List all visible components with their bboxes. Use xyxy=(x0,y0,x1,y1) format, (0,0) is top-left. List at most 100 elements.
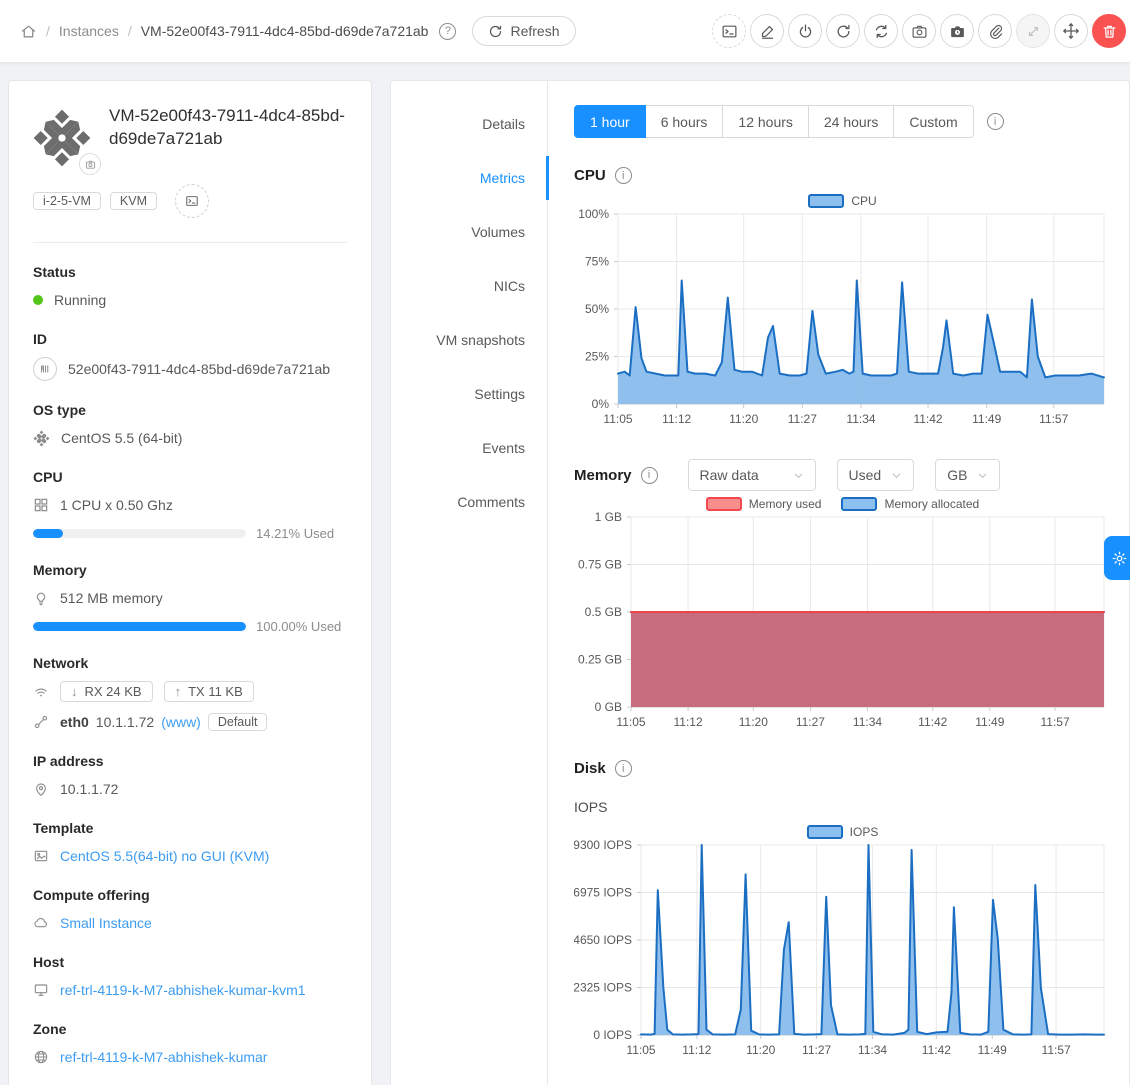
template-link[interactable]: CentOS 5.5(64-bit) no GUI (KVM) xyxy=(60,848,269,864)
svg-text:50%: 50% xyxy=(585,302,609,316)
legend-swatch xyxy=(808,194,844,208)
memory-metric-type-select[interactable]: Raw data xyxy=(688,459,816,491)
svg-text:89300 IOPS: 89300 IOPS xyxy=(574,839,632,852)
zone-section: Zone ref-trl-4119-k-M7-abhishek-kumar xyxy=(33,1021,347,1067)
tab-volumes[interactable]: Volumes xyxy=(391,205,547,259)
svg-text:1 GB: 1 GB xyxy=(595,511,622,524)
nic-ip: 10.1.1.72 xyxy=(96,714,154,730)
svg-text:11:05: 11:05 xyxy=(616,715,645,729)
network-section: Network ↓RX 24 KB ↑TX 11 KB eth0 10.1.1.… xyxy=(33,655,347,732)
id-label: ID xyxy=(33,331,347,347)
monitor-icon xyxy=(33,982,49,998)
memory-section: Memory 512 MB memory 100.00% Used xyxy=(33,562,347,634)
tab-events[interactable]: Events xyxy=(391,421,547,475)
divider xyxy=(33,242,347,243)
recurring-snapshot-button[interactable] xyxy=(940,14,974,48)
cpu-usage-bar xyxy=(33,529,246,538)
globe-icon xyxy=(33,1049,49,1065)
theme-settings-button[interactable] xyxy=(1104,536,1130,580)
svg-text:100%: 100% xyxy=(578,208,609,221)
svg-text:11:34: 11:34 xyxy=(846,412,875,426)
memory-unit-select[interactable]: GB xyxy=(935,459,1000,491)
destroy-button[interactable] xyxy=(1092,14,1126,48)
legend-item[interactable]: IOPS xyxy=(807,825,879,839)
time-range-6hours[interactable]: 6 hours xyxy=(645,105,724,138)
tab-comments[interactable]: Comments xyxy=(391,475,547,529)
svg-text:11:42: 11:42 xyxy=(918,715,947,729)
arrow-down-icon: ↓ xyxy=(71,684,78,699)
instance-title: VM-52e00f43-7911-4dc4-85bd-d69de7a721ab xyxy=(109,105,347,167)
svg-text:0.75 GB: 0.75 GB xyxy=(578,558,622,572)
memory-info-icon[interactable]: i xyxy=(641,467,658,484)
ip-label: IP address xyxy=(33,753,347,769)
legend-item[interactable]: CPU xyxy=(808,194,876,208)
migrate-button[interactable] xyxy=(1054,14,1088,48)
time-range-1hour[interactable]: 1 hour xyxy=(574,105,646,138)
time-range-24hours[interactable]: 24 hours xyxy=(808,105,894,138)
legend-item[interactable]: Memory allocated xyxy=(841,497,979,511)
metrics-content: 1 hour 6 hours 12 hours 24 hours Custom … xyxy=(548,81,1129,1085)
iops-chart-legend: IOPS xyxy=(574,825,1111,839)
memory-usage-select[interactable]: Used xyxy=(837,459,915,491)
template-label: Template xyxy=(33,820,347,836)
power-button[interactable] xyxy=(788,14,822,48)
tab-details[interactable]: Details xyxy=(391,97,547,151)
attach-iso-button[interactable] xyxy=(978,14,1012,48)
svg-text:0.5 GB: 0.5 GB xyxy=(585,605,622,619)
svg-text:11:57: 11:57 xyxy=(1039,412,1068,426)
legend-swatch xyxy=(706,497,742,511)
time-range-info-icon[interactable]: i xyxy=(987,113,1004,130)
tab-settings[interactable]: Settings xyxy=(391,367,547,421)
status-value: Running xyxy=(54,292,106,308)
svg-text:11:57: 11:57 xyxy=(1040,715,1069,729)
home-icon[interactable] xyxy=(20,23,37,40)
edit-button[interactable] xyxy=(750,14,784,48)
console-icon-button[interactable] xyxy=(175,184,209,218)
scale-button[interactable] xyxy=(1016,14,1050,48)
id-value: 52e00f43-7911-4dc4-85bd-d69de7a721ab xyxy=(68,361,330,377)
network-label: Network xyxy=(33,655,347,671)
tx-pill[interactable]: ↑ TX 11 KB xyxy=(164,681,254,702)
location-pin-icon xyxy=(33,781,49,797)
zone-link[interactable]: ref-trl-4119-k-M7-abhishek-kumar xyxy=(60,1049,267,1065)
svg-text:11:12: 11:12 xyxy=(674,715,703,729)
refresh-button[interactable]: Refresh xyxy=(472,16,575,46)
time-range-group: 1 hour 6 hours 12 hours 24 hours Custom … xyxy=(574,105,1111,138)
iops-subtitle: IOPS xyxy=(574,799,1111,815)
svg-text:11:05: 11:05 xyxy=(603,412,632,426)
snapshot-button[interactable] xyxy=(902,14,936,48)
tx-label: TX 11 KB xyxy=(188,684,243,699)
svg-text:11:12: 11:12 xyxy=(682,1043,711,1057)
arrow-up-icon: ↑ xyxy=(175,684,182,699)
memory-value: 512 MB memory xyxy=(60,590,163,606)
time-range-custom[interactable]: Custom xyxy=(893,105,973,138)
disk-info-icon[interactable]: i xyxy=(615,760,632,777)
legend-label: Memory used xyxy=(749,497,822,511)
tab-metrics[interactable]: Metrics xyxy=(391,151,547,205)
help-icon[interactable]: ? xyxy=(439,23,456,40)
rx-pill[interactable]: ↓RX 24 KB xyxy=(60,681,153,702)
console-button[interactable] xyxy=(712,14,746,48)
reinstall-button[interactable] xyxy=(864,14,898,48)
time-range-12hours[interactable]: 12 hours xyxy=(722,105,808,138)
legend-label: Memory allocated xyxy=(884,497,979,511)
wifi-icon xyxy=(33,684,49,700)
svg-text:25%: 25% xyxy=(585,350,609,364)
tab-nics[interactable]: NICs xyxy=(391,259,547,313)
legend-swatch xyxy=(841,497,877,511)
cpu-info-icon[interactable]: i xyxy=(615,167,632,184)
status-section: Status Running xyxy=(33,264,347,310)
tab-vm-snapshots[interactable]: VM snapshots xyxy=(391,313,547,367)
cloud-icon xyxy=(33,915,49,931)
breadcrumb-instances[interactable]: Instances xyxy=(59,23,119,39)
disk-iops-plot: 0 IOPS22325 IOPS44650 IOPS66975 IOPS8930… xyxy=(574,839,1111,1061)
legend-item[interactable]: Memory used xyxy=(706,497,822,511)
offering-label: Compute offering xyxy=(33,887,347,903)
reboot-button[interactable] xyxy=(826,14,860,48)
cpu-usage-label: 14.21% Used xyxy=(256,526,334,541)
host-link[interactable]: ref-trl-4119-k-M7-abhishek-kumar-kvm1 xyxy=(60,982,306,998)
offering-link[interactable]: Small Instance xyxy=(60,915,152,931)
breadcrumb: / Instances / VM-52e00f43-7911-4dc4-85bd… xyxy=(20,23,456,40)
network-name-link[interactable]: (www) xyxy=(161,714,201,730)
change-icon-camera-badge[interactable] xyxy=(79,153,101,175)
